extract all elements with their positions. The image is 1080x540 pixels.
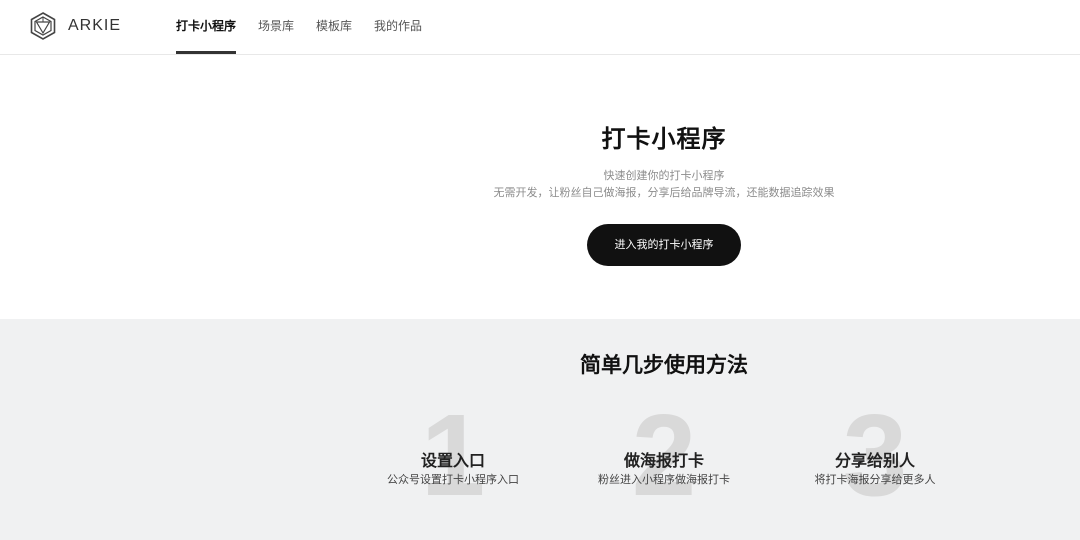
top-header: ARKIE 打卡小程序 场景库 模板库 我的作品 [0, 0, 1080, 55]
step-card: 3 分享给别人 将打卡海报分享给更多人 [775, 397, 975, 519]
nav-item-template-library[interactable]: 模板库 [316, 0, 352, 55]
hero-subtitle-line1: 快速创建你的打卡小程序 [603, 169, 725, 182]
step-title: 设置入口 [420, 451, 485, 470]
enter-miniprogram-button[interactable]: 进入我的打卡小程序 [587, 224, 741, 266]
logo-text: ARKIE [68, 17, 122, 34]
steps-section: 简单几步使用方法 1 设置入口 公众号设置打卡小程序入口 2 做海报打卡 粉丝进… [0, 319, 1080, 540]
step-card: 1 设置入口 公众号设置打卡小程序入口 [353, 397, 553, 519]
main-nav: 打卡小程序 场景库 模板库 我的作品 [176, 0, 444, 55]
step-description: 将打卡海报分享给更多人 [814, 473, 936, 486]
step-title: 做海报打卡 [623, 451, 704, 470]
steps-title: 简单几步使用方法 [580, 353, 748, 377]
hero-subtitle-line2: 无需开发，让粉丝自己做海报，分享后给品牌导流，还能数据追踪效果 [493, 186, 835, 199]
step-description: 粉丝进入小程序做海报打卡 [598, 473, 730, 486]
hero-title: 打卡小程序 [601, 125, 727, 153]
nav-item-my-works[interactable]: 我的作品 [374, 0, 422, 55]
logo[interactable]: ARKIE [30, 12, 121, 40]
nav-item-scene-library[interactable]: 场景库 [258, 0, 294, 55]
step-title: 分享给别人 [834, 451, 915, 470]
step-description: 公众号设置打卡小程序入口 [387, 473, 519, 486]
arkie-logo-icon [30, 12, 56, 40]
step-card: 2 做海报打卡 粉丝进入小程序做海报打卡 [564, 397, 764, 519]
hero-section: 打卡小程序 快速创建你的打卡小程序 无需开发，让粉丝自己做海报，分享后给品牌导流… [0, 55, 1080, 319]
nav-item-checkin-miniprogram[interactable]: 打卡小程序 [176, 0, 237, 55]
